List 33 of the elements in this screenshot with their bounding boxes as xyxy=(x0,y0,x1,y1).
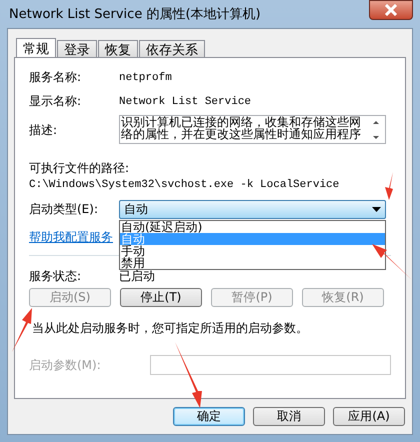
description-box[interactable]: 识别计算机已连接的网络，收集和存储这些网络的属性，并在更改这些属性时通知应用程序 xyxy=(119,115,386,144)
tab[interactable]: 恢复 xyxy=(98,40,138,57)
field-label: 描述: xyxy=(29,122,58,139)
annotation-arrow xyxy=(385,172,393,200)
hint-text: 当从此处启动服务时，您可指定所适用的启动参数。 xyxy=(31,320,309,337)
service-button[interactable]: 停止(T) xyxy=(120,288,202,307)
field-label: 启动类型(E): xyxy=(29,201,99,218)
close-button[interactable] xyxy=(369,0,413,20)
tab[interactable]: 登录 xyxy=(57,40,97,57)
field-label: 服务状态: xyxy=(29,268,82,285)
field-label: 显示名称: xyxy=(29,93,82,110)
window-title: Network List Service 的属性(本地计算机) xyxy=(8,6,261,23)
field-label: 服务名称: xyxy=(29,69,82,86)
field-value: 已启动 xyxy=(119,268,155,285)
field-label: 启动参数(M): xyxy=(29,356,102,374)
dialog-button[interactable]: 确定 xyxy=(173,407,245,426)
close-icon xyxy=(384,4,398,16)
dialog-button[interactable]: 应用(A) xyxy=(333,407,405,426)
field-value: C:\Windows\System32\svchost.exe -k LocalService xyxy=(29,179,340,191)
field-label: 可执行文件的路径: xyxy=(29,160,130,177)
startup-type-dropdown[interactable]: 自动 xyxy=(119,200,386,219)
tab[interactable]: 依存关系 xyxy=(139,40,205,57)
tab[interactable]: 常规 xyxy=(16,38,56,58)
caret-icon xyxy=(372,207,381,212)
dropdown-option[interactable]: 手动 xyxy=(120,245,385,257)
annotation-arrow xyxy=(12,308,32,352)
dialog-button[interactable]: 取消 xyxy=(253,407,325,426)
dropdown-option[interactable]: 禁用 xyxy=(120,257,385,269)
dropdown-option[interactable]: 自动(延迟启动) xyxy=(120,221,385,233)
field-value: netprofm xyxy=(119,72,172,84)
annotation-arrow xyxy=(175,342,202,408)
help-link[interactable]: 帮助我配置服务 xyxy=(29,229,113,246)
field-value: Network List Service xyxy=(119,96,252,108)
